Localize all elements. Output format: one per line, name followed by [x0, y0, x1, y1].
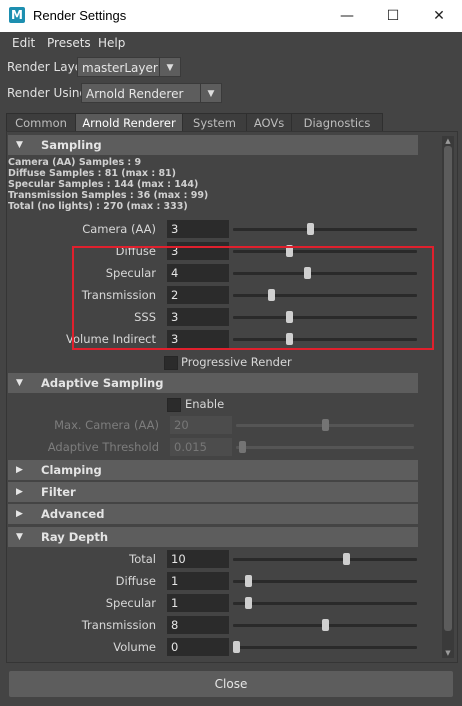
maya-app-icon: M	[9, 7, 25, 23]
adaptive-max-camera-aa-input[interactable]: 20	[170, 416, 232, 434]
render-using-value: Arnold Renderer	[86, 87, 184, 101]
ray-depth-transmission-label: Transmission	[81, 618, 156, 632]
section-title: Ray Depth	[41, 530, 109, 544]
expanded-triangle-icon: ▼	[16, 378, 23, 388]
sampling-camera-aa-slider-track[interactable]	[233, 228, 417, 231]
progressive-render-label: Progressive Render	[181, 355, 292, 369]
adaptive-enable-label: Enable	[185, 397, 225, 411]
ray-depth-volume-label: Volume	[113, 640, 156, 654]
close-window-button[interactable]: ✕	[416, 0, 462, 32]
adaptive-adaptive-threshold-slider-handle[interactable]	[239, 441, 247, 453]
section-title: Sampling	[41, 138, 102, 152]
collapsed-triangle-icon: ▶	[16, 509, 23, 519]
tab-diagnostics[interactable]: Diagnostics	[291, 113, 383, 132]
expanded-triangle-icon: ▼	[16, 140, 23, 150]
menu-presets[interactable]: Presets	[47, 36, 91, 50]
section-title: Filter	[41, 485, 76, 499]
adaptive-max-camera-aa-slider-handle[interactable]	[321, 419, 329, 431]
window-title: Render Settings	[33, 8, 127, 23]
section-sampling[interactable]: ▼ Sampling	[8, 135, 418, 155]
info-line: Specular Samples : 144 (max : 144)	[8, 179, 199, 190]
scroll-up-icon[interactable]: ▲	[442, 137, 454, 145]
adaptive-max-camera-aa-label: Max. Camera (AA)	[54, 418, 159, 432]
render-layer-dropdown[interactable]: masterLayer ▼	[77, 57, 181, 77]
menu-help[interactable]: Help	[98, 36, 125, 50]
close-button[interactable]: Close	[9, 671, 453, 697]
section-filter[interactable]: ▶ Filter	[8, 482, 418, 502]
info-line: Camera (AA) Samples : 9	[8, 157, 142, 168]
ray-depth-specular-slider-track[interactable]	[233, 602, 417, 605]
ray-depth-diffuse-label: Diffuse	[115, 574, 156, 588]
ray-depth-specular-input[interactable]: 1	[167, 594, 229, 612]
chevron-down-icon: ▼	[200, 84, 221, 102]
scroll-down-icon[interactable]: ▼	[442, 649, 454, 657]
expanded-triangle-icon: ▼	[16, 532, 23, 542]
info-line: Diffuse Samples : 81 (max : 81)	[8, 168, 177, 179]
section-title: Adaptive Sampling	[41, 376, 164, 390]
section-ray-depth[interactable]: ▼ Ray Depth	[8, 527, 418, 547]
adaptive-adaptive-threshold-label: Adaptive Threshold	[47, 440, 159, 454]
sampling-camera-aa-label: Camera (AA)	[82, 222, 156, 236]
tab-arnold-renderer[interactable]: Arnold Renderer	[75, 113, 183, 133]
render-using-dropdown[interactable]: Arnold Renderer ▼	[81, 83, 222, 103]
render-layer-label: Render Layer	[7, 60, 87, 74]
sampling-camera-aa-input[interactable]: 3	[167, 220, 229, 238]
vertical-scrollbar[interactable]: ▲ ▼	[442, 136, 454, 658]
section-advanced[interactable]: ▶ Advanced	[8, 504, 418, 524]
ray-depth-diffuse-slider-handle[interactable]	[245, 575, 253, 587]
section-title: Clamping	[41, 463, 102, 477]
info-line: Total (no lights) : 270 (max : 333)	[8, 201, 188, 212]
collapsed-triangle-icon: ▶	[16, 465, 23, 475]
info-line: Transmission Samples : 36 (max : 99)	[8, 190, 209, 201]
adaptive-adaptive-threshold-slider-track[interactable]	[236, 446, 414, 449]
ray-depth-specular-label: Specular	[105, 596, 156, 610]
ray-depth-total-input[interactable]: 10	[167, 550, 229, 568]
ray-depth-transmission-input[interactable]: 8	[167, 616, 229, 634]
minimize-button[interactable]: —	[324, 0, 370, 32]
ray-depth-total-label: Total	[129, 552, 156, 566]
menu-edit[interactable]: Edit	[12, 36, 35, 50]
title-bar: M Render Settings — ☐ ✕	[0, 0, 462, 32]
sampling-info: Camera (AA) Samples : 9 Diffuse Samples …	[8, 157, 208, 212]
scroll-thumb[interactable]	[444, 146, 452, 631]
section-clamping[interactable]: ▶ Clamping	[8, 460, 418, 480]
render-layer-value: masterLayer	[82, 61, 158, 75]
tab-system[interactable]: System	[182, 113, 247, 132]
adaptive-enable-checkbox[interactable]	[167, 398, 181, 412]
menu-bar: Edit Presets Help	[0, 32, 462, 54]
ray-depth-transmission-slider-handle[interactable]	[321, 619, 329, 631]
progressive-render-checkbox[interactable]	[164, 356, 178, 370]
ray-depth-diffuse-input[interactable]: 1	[167, 572, 229, 590]
section-title: Advanced	[41, 507, 105, 521]
maximize-button[interactable]: ☐	[370, 0, 416, 32]
ray-depth-volume-input[interactable]: 0	[167, 638, 229, 656]
render-using-label: Render Using	[7, 86, 88, 100]
red-highlight-box	[72, 246, 434, 350]
ray-depth-total-slider-handle[interactable]	[342, 553, 350, 565]
ray-depth-diffuse-slider-track[interactable]	[233, 580, 417, 583]
adaptive-adaptive-threshold-input[interactable]: 0.015	[170, 438, 232, 456]
collapsed-triangle-icon: ▶	[16, 487, 23, 497]
tab-common[interactable]: Common	[6, 113, 76, 132]
sampling-camera-aa-slider-handle[interactable]	[307, 223, 315, 235]
ray-depth-specular-slider-handle[interactable]	[245, 597, 253, 609]
tab-aovs[interactable]: AOVs	[246, 113, 292, 132]
ray-depth-volume-slider-track[interactable]	[233, 646, 417, 649]
ray-depth-total-slider-track[interactable]	[233, 558, 417, 561]
ray-depth-volume-slider-handle[interactable]	[233, 641, 240, 653]
chevron-down-icon: ▼	[159, 58, 180, 76]
section-adaptive-sampling[interactable]: ▼ Adaptive Sampling	[8, 373, 418, 393]
